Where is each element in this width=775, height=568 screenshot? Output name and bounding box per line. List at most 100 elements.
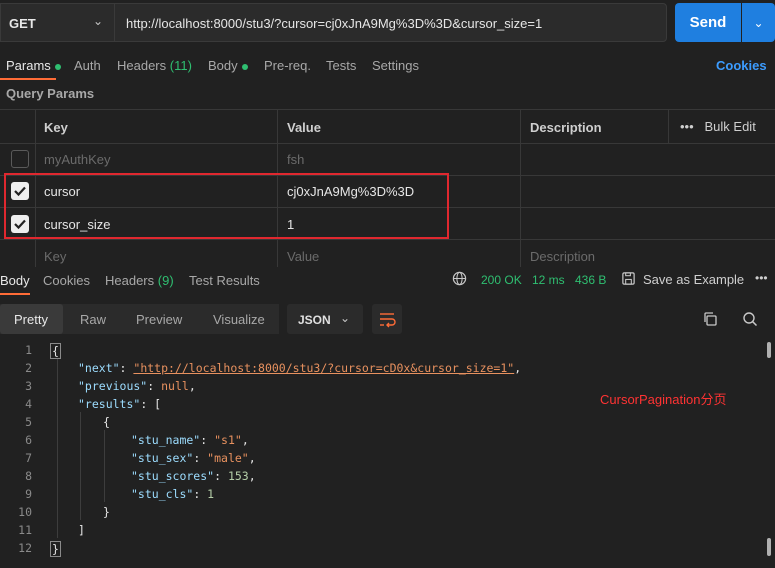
- send-options-button[interactable]: ⌄: [742, 3, 775, 42]
- line-number: 2: [25, 361, 32, 375]
- response-view-bar: Pretty Raw Preview Visualize JSON ⌄: [0, 304, 775, 336]
- json-brace-open: {: [50, 343, 61, 359]
- url-input[interactable]: http://localhost:8000/stu3/?cursor=cj0xJ…: [114, 3, 667, 42]
- tab-auth[interactable]: Auth: [74, 58, 101, 73]
- tab-response-cookies[interactable]: Cookies: [43, 273, 90, 288]
- new-value-input[interactable]: Value: [287, 249, 319, 264]
- json-link-value[interactable]: "http://localhost:8000/stu3/?cursor=cD0x…: [133, 361, 514, 375]
- line-number: 6: [25, 433, 32, 447]
- tab-settings[interactable]: Settings: [372, 58, 419, 73]
- query-params-title: Query Params: [6, 86, 95, 101]
- json-key: "results": [78, 397, 141, 411]
- wrap-lines-button[interactable]: [372, 304, 402, 334]
- chevron-down-icon: ⌄: [753, 15, 764, 30]
- json-key: "stu_cls": [131, 487, 194, 501]
- tab-test-results[interactable]: Test Results: [189, 273, 260, 288]
- json-value: 1: [207, 487, 215, 501]
- tab-body[interactable]: Body: [208, 58, 248, 73]
- more-icon[interactable]: •••: [680, 119, 694, 134]
- copy-icon[interactable]: [702, 311, 718, 330]
- tab-headers-label: Headers: [117, 58, 167, 73]
- response-time[interactable]: 12 ms: [532, 273, 565, 287]
- json-line-stu-scores: "stu_scores": 153,: [131, 469, 256, 483]
- param-value[interactable]: fsh: [287, 152, 304, 167]
- tab-tests[interactable]: Tests: [326, 58, 356, 73]
- json-object-close: }: [103, 505, 110, 519]
- view-preview[interactable]: Preview: [136, 312, 182, 327]
- search-icon[interactable]: [742, 311, 758, 330]
- column-header-value: Value: [287, 120, 321, 135]
- line-number: 7: [25, 451, 32, 465]
- wrap-icon: [380, 313, 396, 328]
- json-value: "s1": [214, 433, 242, 447]
- save-icon: [621, 271, 636, 289]
- json-value: 153: [227, 469, 249, 483]
- json-key: "stu_scores": [131, 469, 215, 483]
- active-dot-icon: [241, 63, 248, 70]
- view-mode-group: Pretty Raw Preview Visualize: [0, 304, 279, 334]
- format-label: JSON: [298, 313, 331, 327]
- json-key: "next": [78, 361, 120, 375]
- json-key: "stu_sex": [131, 451, 194, 465]
- json-line-stu-sex: "stu_sex": "male",: [131, 451, 256, 465]
- divider: [0, 109, 775, 110]
- line-number: 9: [25, 487, 32, 501]
- response-size[interactable]: 436 B: [575, 273, 606, 287]
- view-visualize[interactable]: Visualize: [213, 312, 265, 327]
- highlight-box: [4, 173, 449, 239]
- view-raw[interactable]: Raw: [80, 312, 106, 327]
- request-bar: GET ⌄ http://localhost:8000/stu3/?cursor…: [0, 0, 775, 46]
- cookies-link[interactable]: Cookies: [716, 58, 767, 73]
- tab-response-headers[interactable]: Headers (9): [105, 273, 174, 288]
- annotation-text: CursorPagination分页: [600, 392, 727, 407]
- send-button[interactable]: Send: [675, 3, 741, 42]
- active-dot-icon: [54, 63, 61, 70]
- json-line-previous: "previous": null,: [78, 379, 196, 393]
- json-value: "male": [207, 451, 249, 465]
- row-checkbox[interactable]: [11, 150, 29, 168]
- chevron-down-icon: ⌄: [93, 14, 104, 28]
- response-headers-count: (9): [157, 273, 174, 288]
- status-code[interactable]: 200 OK: [481, 273, 522, 287]
- tab-response-body[interactable]: Body: [0, 273, 30, 288]
- line-number: 11: [18, 523, 32, 537]
- bulk-edit-label: Bulk Edit: [704, 119, 756, 134]
- indent-guide: [80, 412, 81, 520]
- scrollbar-top[interactable]: [767, 342, 771, 358]
- request-tabs: Params Auth Headers (11) Body Pre-req. T…: [0, 54, 775, 80]
- bulk-edit-button[interactable]: ••• Bulk Edit: [680, 119, 756, 134]
- tab-headers[interactable]: Headers (11): [117, 58, 192, 73]
- response-body-editor[interactable]: 1 2 3 4 5 6 7 8 9 10 11 12 { "next": "ht…: [0, 340, 775, 568]
- json-brace-close: }: [50, 541, 61, 557]
- active-tab-underline: [0, 78, 56, 80]
- json-array-close: ]: [78, 523, 85, 537]
- globe-icon[interactable]: [452, 271, 467, 289]
- line-number: 5: [25, 415, 32, 429]
- column-header-key: Key: [44, 120, 68, 135]
- method-label: GET: [9, 16, 36, 31]
- format-select[interactable]: JSON ⌄: [287, 304, 363, 334]
- line-number: 10: [18, 505, 32, 519]
- more-icon[interactable]: •••: [755, 271, 768, 285]
- view-pretty[interactable]: Pretty: [14, 312, 48, 327]
- new-key-input[interactable]: Key: [44, 249, 66, 264]
- json-line-results: "results": [: [78, 397, 162, 411]
- divider: [520, 109, 521, 267]
- divider: [0, 143, 775, 144]
- scrollbar-bottom[interactable]: [767, 538, 771, 556]
- json-key: "stu_name": [131, 433, 201, 447]
- json-line-stu-name: "stu_name": "s1",: [131, 433, 249, 447]
- line-number: 4: [25, 397, 32, 411]
- json-object-open: {: [103, 415, 110, 429]
- line-number: 3: [25, 379, 32, 393]
- new-description-input[interactable]: Description: [530, 249, 595, 264]
- tab-prereq[interactable]: Pre-req.: [264, 58, 311, 73]
- chevron-down-icon: ⌄: [340, 311, 351, 325]
- method-select[interactable]: GET ⌄: [0, 3, 114, 42]
- tab-params[interactable]: Params: [6, 58, 61, 73]
- tab-response-headers-label: Headers: [105, 273, 155, 288]
- param-key[interactable]: myAuthKey: [44, 152, 110, 167]
- save-example-button[interactable]: Save as Example: [643, 272, 744, 287]
- json-line-next: "next": "http://localhost:8000/stu3/?cur…: [78, 361, 522, 375]
- json-value: null: [161, 379, 189, 393]
